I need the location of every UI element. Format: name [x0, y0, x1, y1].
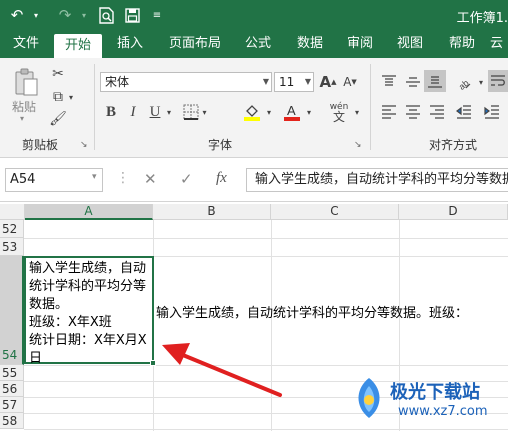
align-center-icon[interactable] [402, 102, 424, 122]
align-bottom-icon[interactable] [424, 70, 446, 92]
watermark-logo-icon [358, 378, 380, 418]
cell-a54[interactable]: 输入学生成绩，自动统计学科的平均分等数据。 班级：X年X班 统计日期：X年X月X… [24, 256, 156, 366]
font-size-select[interactable]: 11 ▼ [274, 72, 314, 92]
alignment-group-label: 对齐方式 [428, 138, 477, 152]
paste-label[interactable]: 粘贴 [12, 98, 36, 115]
watermark-url: www.xz7.com [398, 404, 488, 419]
borders-icon[interactable]: ▾ [180, 102, 210, 122]
tab-cloud[interactable]: 云 [490, 30, 508, 58]
tab-page-layout[interactable]: 页面布局 [160, 30, 230, 58]
clipboard-launcher-icon[interactable]: ↘ [80, 140, 88, 150]
print-preview-icon[interactable] [94, 4, 118, 26]
paste-dropdown-icon[interactable]: ▾ [20, 114, 24, 123]
fill-color-icon[interactable] [240, 102, 264, 122]
italic-button[interactable]: I [124, 102, 142, 122]
align-left-icon[interactable] [378, 102, 400, 122]
grow-font-icon[interactable]: A ▲ [318, 72, 338, 92]
font-name-value: 宋体 [105, 75, 130, 89]
tab-file[interactable]: 文件 [4, 30, 48, 58]
row-header-58[interactable]: 58 [0, 413, 24, 429]
tab-view[interactable]: 视图 [388, 30, 432, 58]
name-box[interactable]: A54 [5, 168, 103, 192]
redo-icon: ↷ [58, 6, 72, 24]
ribbon-tabs: 文件 开始 插入 页面布局 公式 数据 审阅 视图 帮助 云 [0, 30, 508, 58]
column-header-b[interactable]: B [153, 204, 271, 220]
annotation-arrow [162, 343, 282, 397]
font-group-label: 字体 [207, 138, 232, 152]
font-name-select[interactable]: 宋体 ▼ [100, 72, 272, 92]
undo-dropdown-icon[interactable]: ▾ [30, 4, 42, 26]
underline-dropdown-icon[interactable]: ▾ [164, 102, 174, 122]
ribbon: 粘贴 ▾ ✂ ⧉ ▾ 🖌 剪贴板 ↘ 宋体 ▼ 11 ▼ A ▲ A ▼ B I U… [0, 58, 508, 158]
watermark-name: 极光下载站 [390, 382, 480, 403]
tab-data[interactable]: 数据 [288, 30, 332, 58]
column-header-a[interactable]: A [25, 204, 153, 220]
undo-icon[interactable]: ↶ [4, 4, 30, 26]
more-icon: ⋮ [116, 170, 130, 186]
formula-input[interactable]: 输入学生成绩，自动统计学科的平均分等数据。班级：X年X班 统计日期：X年X月X日 [246, 168, 508, 192]
title-bar: ↶ ▾ ↷ ▾ ≡ 工作簿1. [0, 0, 508, 30]
enter-icon[interactable]: ✓ [180, 170, 193, 188]
fill-color-dropdown-icon[interactable]: ▾ [264, 102, 274, 122]
format-painter-icon[interactable]: 🖌 [48, 110, 68, 128]
cell-a54-text: 输入学生成绩，自动统计学科的平均分等数据。 班级：X年X班 统计日期：X年X月X… [29, 261, 147, 366]
select-all-corner[interactable] [0, 204, 25, 220]
window-title: 工作簿1. [456, 11, 508, 26]
row-header-53[interactable]: 53 [0, 238, 24, 256]
copy-dropdown-icon[interactable]: ▾ [66, 88, 76, 106]
align-top-icon[interactable] [378, 72, 400, 92]
row-header-52[interactable]: 52 [0, 220, 24, 238]
tab-help[interactable]: 帮助 [440, 30, 484, 58]
row-header-56[interactable]: 56 [0, 381, 24, 397]
shrink-font-icon[interactable]: A ▼ [340, 72, 360, 92]
tab-review[interactable]: 审阅 [338, 30, 382, 58]
grid-line [24, 238, 508, 239]
copy-icon[interactable]: ⧉ [48, 88, 68, 106]
chevron-down-icon: ▼ [262, 77, 269, 86]
decrease-indent-icon[interactable] [452, 102, 476, 122]
ribbon-divider [94, 64, 95, 150]
tab-formulas[interactable]: 公式 [236, 30, 280, 58]
increase-indent-icon[interactable] [480, 102, 504, 122]
save-icon[interactable] [120, 4, 144, 26]
column-header-d[interactable]: D [399, 204, 508, 220]
chevron-down-icon: ▼ [304, 77, 311, 86]
font-color-dropdown-icon[interactable]: ▾ [304, 102, 314, 122]
svg-text:A: A [287, 103, 296, 118]
font-color-icon[interactable]: A [280, 102, 304, 122]
font-launcher-icon[interactable]: ↘ [354, 140, 362, 150]
row-header-54[interactable]: 54 [0, 256, 24, 365]
tab-home[interactable]: 开始 [54, 34, 102, 58]
orientation-dropdown-icon[interactable]: ▾ [476, 72, 486, 92]
cut-icon[interactable]: ✂ [48, 64, 68, 84]
formula-bar: A54 ▾ ⋮ ✕ ✓ fx 输入学生成绩，自动统计学科的平均分等数据。班级：X… [0, 158, 508, 202]
paste-icon[interactable] [8, 66, 44, 98]
align-middle-icon[interactable] [402, 72, 424, 92]
row-header-55[interactable]: 55 [0, 365, 24, 381]
customize-qat-icon[interactable]: ≡ [148, 4, 166, 26]
svg-text:ab: ab [457, 78, 471, 90]
insert-function-button[interactable]: fx [216, 170, 227, 187]
font-size-value: 11 [279, 75, 295, 89]
clipboard-group-label: 剪贴板 [21, 138, 58, 152]
watermark: 极光下载站 www.xz7.com [350, 374, 508, 431]
cell-b54-overflow[interactable]: 输入学生成绩，自动统计学科的平均分等数据。班级： [156, 302, 468, 321]
cancel-icon[interactable]: ✕ [144, 170, 157, 188]
row-header-57[interactable]: 57 [0, 397, 24, 413]
wrap-text-icon[interactable] [488, 70, 508, 92]
orientation-icon[interactable]: ab [452, 72, 476, 92]
phonetic-dropdown-icon[interactable]: ▾ [352, 102, 362, 122]
phonetic-guide-icon[interactable]: wén 文 [326, 100, 352, 124]
ribbon-divider [370, 64, 371, 150]
name-box-dropdown-icon[interactable]: ▾ [92, 172, 97, 182]
tab-insert[interactable]: 插入 [108, 30, 152, 58]
underline-button[interactable]: U [146, 102, 164, 122]
column-header-c[interactable]: C [271, 204, 399, 220]
bold-button[interactable]: B [102, 102, 120, 122]
align-right-icon[interactable] [426, 102, 448, 122]
redo-dropdown-icon: ▾ [81, 10, 86, 20]
